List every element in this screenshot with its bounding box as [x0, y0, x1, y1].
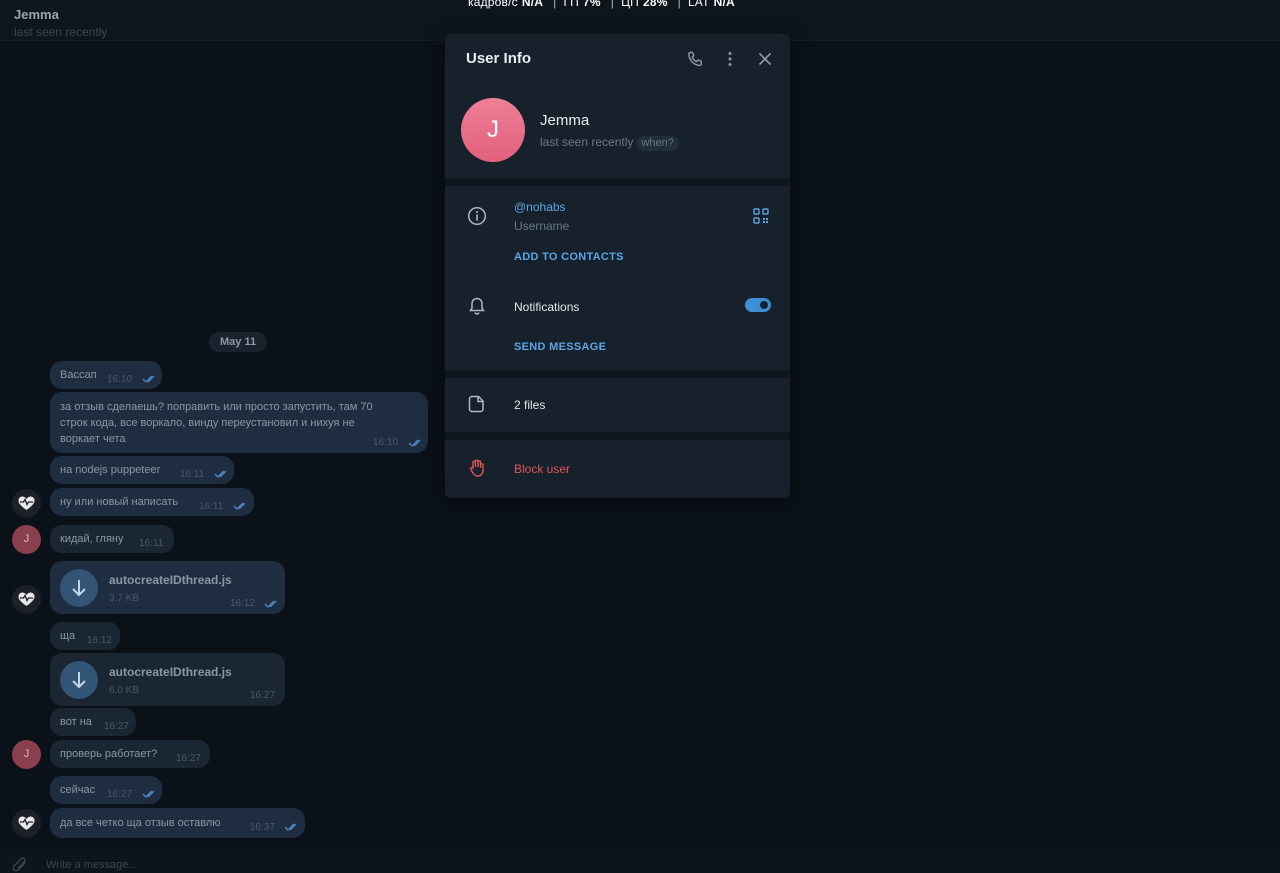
- perf-separator: |: [610, 0, 615, 9]
- message-time: 16:27: [107, 789, 133, 800]
- phone-icon[interactable]: [686, 50, 704, 68]
- message-text: да все четко ща отзыв оставлю: [60, 817, 221, 829]
- message-bubble[interactable]: кидай, гляну 16:11: [50, 525, 174, 553]
- info-icon: [467, 206, 487, 226]
- double-check-icon: [264, 600, 277, 608]
- section-divider: [445, 178, 790, 186]
- message-text: ща: [60, 630, 76, 642]
- message-composer[interactable]: Write a message...: [0, 848, 1280, 873]
- shared-files-button[interactable]: 2 files: [514, 398, 545, 412]
- cpu-label: ЦП: [621, 0, 639, 9]
- date-separator: May 11: [209, 332, 268, 352]
- double-check-icon: [214, 470, 227, 478]
- file-size: 3.7 KB: [109, 593, 140, 604]
- chat-title[interactable]: Jemma: [14, 7, 59, 22]
- block-hand-icon: [469, 459, 484, 477]
- message-text: вот на: [60, 716, 92, 728]
- section-divider: [445, 432, 790, 440]
- close-icon[interactable]: [756, 50, 774, 68]
- modal-title: User Info: [466, 50, 532, 67]
- message-time: 16:10: [373, 437, 399, 448]
- message-text: ну или новый написать: [60, 496, 178, 508]
- message-bubble[interactable]: да все четко ща отзыв оставлю 16:37: [50, 808, 305, 838]
- message-time: 16:12: [230, 598, 256, 609]
- notifications-label: Notifications: [514, 300, 580, 314]
- heart-avatar-icon[interactable]: [12, 489, 41, 518]
- user-info-modal: User Info J Jemma last seen recently when…: [445, 34, 790, 498]
- cpu-value: 28%: [642, 0, 668, 9]
- send-message-button[interactable]: SEND MESSAGE: [514, 341, 606, 353]
- when-badge[interactable]: when?: [636, 136, 679, 151]
- message-bubble[interactable]: сейчас 16:27: [50, 776, 162, 804]
- file-message[interactable]: autocreateIDthread.js 6.0 KB 16:27: [50, 653, 285, 706]
- message-bubble[interactable]: вот на 16:27: [50, 708, 136, 736]
- message-time: 16:27: [250, 690, 276, 701]
- message-bubble[interactable]: Вассап 16:10: [50, 361, 162, 389]
- user-avatar[interactable]: J: [12, 740, 41, 769]
- more-vertical-icon[interactable]: [721, 50, 739, 68]
- message-time: 16:37: [250, 822, 276, 833]
- username-label: Username: [514, 219, 570, 233]
- double-check-icon: [142, 790, 155, 798]
- block-user-button[interactable]: Block user: [514, 462, 570, 476]
- message-text: проверь работает?: [60, 748, 158, 760]
- message-bubble[interactable]: проверь работает? 16:27: [50, 740, 210, 768]
- message-time: 16:12: [87, 635, 113, 646]
- fps-label: кадров/с: [468, 0, 518, 9]
- file-name[interactable]: autocreateIDthread.js: [109, 665, 232, 679]
- last-seen-text: last seen recently: [540, 135, 634, 149]
- perf-separator: |: [677, 0, 681, 9]
- section-divider: [445, 370, 790, 378]
- message-time: 16:11: [199, 501, 224, 512]
- download-icon[interactable]: [60, 569, 98, 607]
- notifications-toggle[interactable]: [745, 298, 771, 312]
- user-avatar[interactable]: J: [12, 525, 41, 554]
- message-input[interactable]: Write a message...: [46, 859, 138, 871]
- message-bubble[interactable]: ща 16:12: [50, 622, 120, 650]
- file-icon: [468, 395, 484, 413]
- toggle-knob: [758, 299, 770, 311]
- lat-label: LAT: [687, 0, 710, 9]
- message-time: 16:10: [107, 374, 133, 385]
- message-text: на nodejs puppeteer: [60, 464, 161, 476]
- message-time: 16:11: [180, 469, 205, 480]
- download-icon[interactable]: [60, 661, 98, 699]
- gpu-value: 7%: [583, 0, 601, 9]
- message-bubble[interactable]: за отзыв сделаешь? поправить или просто …: [50, 392, 428, 453]
- message-text: за отзыв сделаешь? поправить или просто …: [60, 401, 373, 445]
- message-text: Вассап: [60, 369, 97, 381]
- double-check-icon: [284, 823, 297, 831]
- file-size: 6.0 KB: [109, 685, 140, 696]
- lat-value: N/A: [713, 0, 735, 9]
- message-text: кидай, гляну: [60, 533, 124, 545]
- fps-value: N/A: [521, 0, 544, 9]
- paperclip-icon[interactable]: [12, 857, 30, 873]
- message-bubble[interactable]: ну или новый написать 16:11: [50, 488, 254, 516]
- bell-icon: [469, 297, 485, 315]
- heart-avatar-icon[interactable]: [12, 585, 41, 614]
- gpu-label: ГП: [563, 0, 579, 9]
- double-check-icon: [233, 502, 246, 510]
- heart-avatar-icon[interactable]: [12, 809, 41, 838]
- qr-code-icon[interactable]: [753, 208, 769, 224]
- profile-name: Jemma: [540, 112, 590, 129]
- file-name[interactable]: autocreateIDthread.js: [109, 573, 232, 587]
- message-time: 16:27: [104, 721, 130, 732]
- profile-avatar[interactable]: J: [461, 98, 525, 162]
- message-time: 16:11: [139, 538, 164, 549]
- message-text: сейчас: [60, 784, 96, 796]
- performance-overlay: кадров/с N/A | ГП 7% | ЦП 28% | LAT N/A: [468, 0, 738, 9]
- username-value[interactable]: @nohabs: [514, 200, 566, 214]
- add-to-contacts-button[interactable]: ADD TO CONTACTS: [514, 251, 624, 263]
- perf-separator: |: [553, 0, 557, 9]
- double-check-icon: [408, 439, 421, 447]
- message-time: 16:27: [176, 753, 202, 764]
- file-message[interactable]: autocreateIDthread.js 3.7 KB 16:12: [50, 561, 285, 614]
- message-bubble[interactable]: на nodejs puppeteer 16:11: [50, 456, 234, 484]
- profile-status: last seen recently when?: [540, 135, 679, 151]
- chat-status: last seen recently: [14, 25, 108, 39]
- double-check-icon: [142, 375, 155, 383]
